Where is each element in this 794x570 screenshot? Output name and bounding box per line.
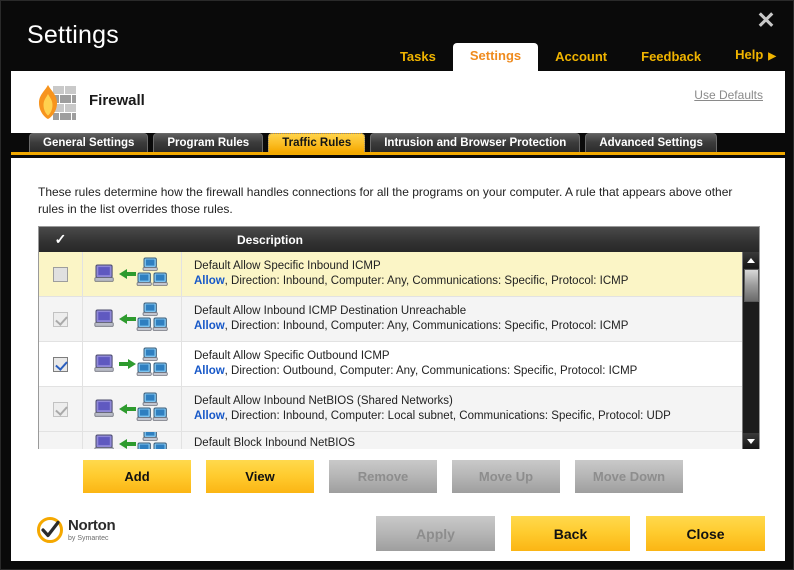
topnav-item-label: Feedback	[641, 49, 702, 64]
brand-name: Norton	[68, 517, 116, 534]
settings-window: Settings ✕ Tasks Settings Account Feedback H…	[0, 0, 794, 570]
rule-enabled-checkbox[interactable]	[53, 401, 68, 417]
top-navigation: Tasks Settings Account Feedback Help ▶	[383, 43, 793, 71]
rule-action-verb: Allow	[194, 320, 225, 332]
scroll-down-icon[interactable]	[743, 433, 759, 449]
rule-description-cell: Default Block Inbound NetBIOS	[182, 432, 759, 449]
rule-meta-detail: , Direction: Inbound, Computer: Local su…	[224, 410, 671, 422]
table-body: Default Allow Specific Inbound ICMP Allow…	[39, 252, 759, 449]
rule-action-buttons: Add View Remove Move Up Move Down	[83, 460, 683, 493]
rule-action-verb: Allow	[194, 365, 225, 377]
table-header: ✓ Description	[39, 227, 759, 252]
norton-check-icon	[37, 517, 63, 543]
rule-title: Default Allow Inbound NetBIOS (Shared Ne…	[194, 395, 453, 407]
footer-buttons: Apply Back Close	[376, 516, 765, 551]
chevron-right-icon: ▶	[768, 51, 776, 62]
tab-program-rules[interactable]: Program Rules	[153, 133, 264, 152]
rule-description-cell: Default Allow Inbound NetBIOS (Shared Ne…	[182, 394, 759, 424]
back-button[interactable]: Back	[511, 516, 630, 551]
rule-meta: Allow, Direction: Inbound, Computer: Loc…	[194, 409, 759, 424]
topnav-item-settings[interactable]: Settings	[452, 43, 539, 71]
view-button[interactable]: View	[206, 460, 314, 493]
feature-title: Firewall	[89, 92, 145, 109]
rule-title: Default Allow Inbound ICMP Destination U…	[194, 305, 467, 317]
brand-tagline: by Symantec	[68, 535, 109, 542]
inbound-traffic-icon	[82, 432, 182, 449]
topnav-item-account[interactable]: Account	[538, 44, 624, 71]
tab-advanced-settings[interactable]: Advanced Settings	[585, 133, 717, 152]
rule-enabled-cell[interactable]	[39, 252, 82, 296]
add-button[interactable]: Add	[83, 460, 191, 493]
inbound-traffic-icon	[82, 297, 182, 341]
inbound-traffic-icon	[82, 387, 182, 431]
rule-meta: Allow, Direction: Inbound, Computer: Any…	[194, 319, 759, 334]
topnav-item-tasks[interactable]: Tasks	[383, 44, 453, 71]
footer-bar: Norton by Symantec Apply Back Close	[11, 505, 785, 561]
header-check-icon: ✓	[54, 231, 67, 247]
vertical-scrollbar[interactable]	[742, 252, 759, 449]
rule-meta-detail: , Direction: Inbound, Computer: Any, Com…	[224, 320, 629, 332]
title-bar: Settings ✕ Tasks Settings Account Feedback H…	[1, 1, 793, 71]
move-up-button: Move Up	[452, 460, 560, 493]
topnav-item-label: Tasks	[399, 49, 436, 64]
table-row[interactable]: Default Allow Inbound NetBIOS (Shared Ne…	[39, 387, 759, 432]
rule-enabled-checkbox[interactable]	[53, 266, 68, 282]
move-down-button: Move Down	[575, 460, 683, 493]
page-title: Settings	[27, 21, 119, 49]
rule-title: Default Allow Specific Inbound ICMP	[194, 260, 381, 272]
rule-enabled-cell[interactable]	[39, 432, 82, 449]
tab-traffic-rules[interactable]: Traffic Rules	[268, 133, 366, 152]
main-content: These rules determine how the firewall h…	[11, 158, 785, 505]
rule-enabled-checkbox[interactable]	[53, 311, 68, 327]
table-row[interactable]: Default Allow Specific Outbound ICMP Allo…	[39, 342, 759, 387]
tab-general-settings[interactable]: General Settings	[29, 133, 149, 152]
rule-meta: Allow, Direction: Inbound, Computer: Any…	[194, 274, 759, 289]
rule-action-verb: Allow	[194, 410, 225, 422]
tab-intrusion-and-browser-protection[interactable]: Intrusion and Browser Protection	[370, 133, 581, 152]
rule-description-cell: Default Allow Specific Outbound ICMP Allo…	[182, 349, 759, 379]
rule-description-cell: Default Allow Inbound ICMP Destination U…	[182, 304, 759, 334]
rule-title: Default Block Inbound NetBIOS	[194, 437, 356, 449]
close-icon[interactable]: ✕	[751, 7, 781, 35]
topnav-item-label: Account	[555, 49, 608, 64]
topnav-item-label: Settings	[469, 48, 522, 63]
topnav-item-label: Help	[735, 47, 764, 62]
firewall-icon	[33, 78, 81, 126]
rule-title: Default Allow Specific Outbound ICMP	[194, 350, 390, 362]
rule-enabled-checkbox[interactable]	[53, 356, 68, 372]
rule-description-cell: Default Allow Specific Inbound ICMP Allow…	[182, 259, 759, 289]
table-row[interactable]: Default Allow Inbound ICMP Destination U…	[39, 297, 759, 342]
rule-action-verb: Allow	[194, 275, 225, 287]
rule-meta-detail: , Direction: Inbound, Computer: Any, Com…	[224, 275, 629, 287]
rule-enabled-cell[interactable]	[39, 297, 82, 341]
rule-enabled-cell[interactable]	[39, 342, 82, 386]
rule-meta-detail: , Direction: Outbound, Computer: Any, Co…	[224, 365, 638, 377]
header-description: Description	[237, 232, 304, 247]
apply-button: Apply	[376, 516, 495, 551]
tab-strip: General Settings Program Rules Traffic Rul…	[11, 133, 785, 155]
close-button[interactable]: Close	[646, 516, 765, 551]
scroll-up-icon[interactable]	[743, 252, 759, 268]
scrollbar-thumb[interactable]	[744, 269, 759, 302]
topnav-item-feedback[interactable]: Feedback	[624, 44, 718, 71]
norton-logo: Norton by Symantec	[37, 517, 116, 543]
intro-text: These rules determine how the firewall h…	[38, 185, 733, 216]
rule-meta: Allow, Direction: Outbound, Computer: An…	[194, 364, 759, 379]
traffic-rules-table: ✓ Description Default Allow Specific Inb…	[38, 226, 760, 449]
table-row[interactable]: Default Allow Specific Inbound ICMP Allow…	[39, 252, 759, 297]
remove-button: Remove	[329, 460, 437, 493]
topnav-item-help[interactable]: Help ▶	[718, 42, 793, 71]
outbound-traffic-icon	[82, 342, 182, 386]
feature-header-panel: Firewall Use Defaults	[11, 71, 785, 133]
inbound-traffic-icon	[82, 252, 182, 296]
table-row[interactable]: Default Block Inbound NetBIOS	[39, 432, 759, 449]
rule-enabled-cell[interactable]	[39, 387, 82, 431]
use-defaults-link[interactable]: Use Defaults	[694, 88, 763, 102]
